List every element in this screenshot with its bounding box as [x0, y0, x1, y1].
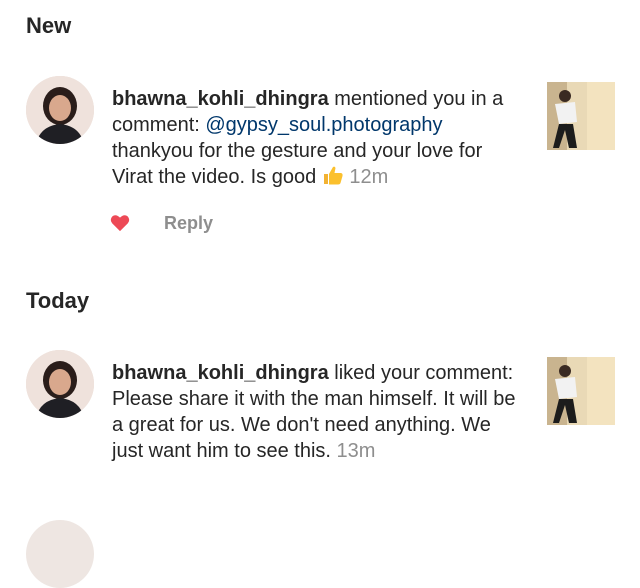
thumbs-up-emoji-icon — [322, 164, 344, 186]
notification-text: bhawna_kohli_dhingra mentioned you in a … — [112, 86, 524, 190]
notification-actions: Reply — [110, 211, 213, 235]
post-thumbnail[interactable] — [547, 82, 615, 150]
comment-body: thankyou for the gesture and your love f… — [112, 140, 483, 188]
section-title-new: New — [26, 13, 72, 38]
avatar[interactable] — [26, 520, 94, 588]
reply-button[interactable]: Reply — [164, 213, 213, 234]
avatar[interactable] — [26, 350, 94, 418]
timestamp: 13m — [336, 440, 376, 462]
section-title-today: Today — [26, 288, 90, 313]
timestamp: 12m — [349, 166, 389, 188]
mention-link[interactable]: @gypsy_soul.photography — [205, 114, 442, 136]
post-thumbnail[interactable] — [547, 357, 615, 425]
heart-icon[interactable] — [110, 214, 130, 232]
username-link[interactable]: bhawna_kohli_dhingra — [112, 88, 329, 110]
avatar[interactable] — [26, 76, 94, 144]
username-link[interactable]: bhawna_kohli_dhingra — [112, 362, 329, 384]
notification-text: bhawna_kohli_dhingra liked your comment:… — [112, 360, 524, 464]
